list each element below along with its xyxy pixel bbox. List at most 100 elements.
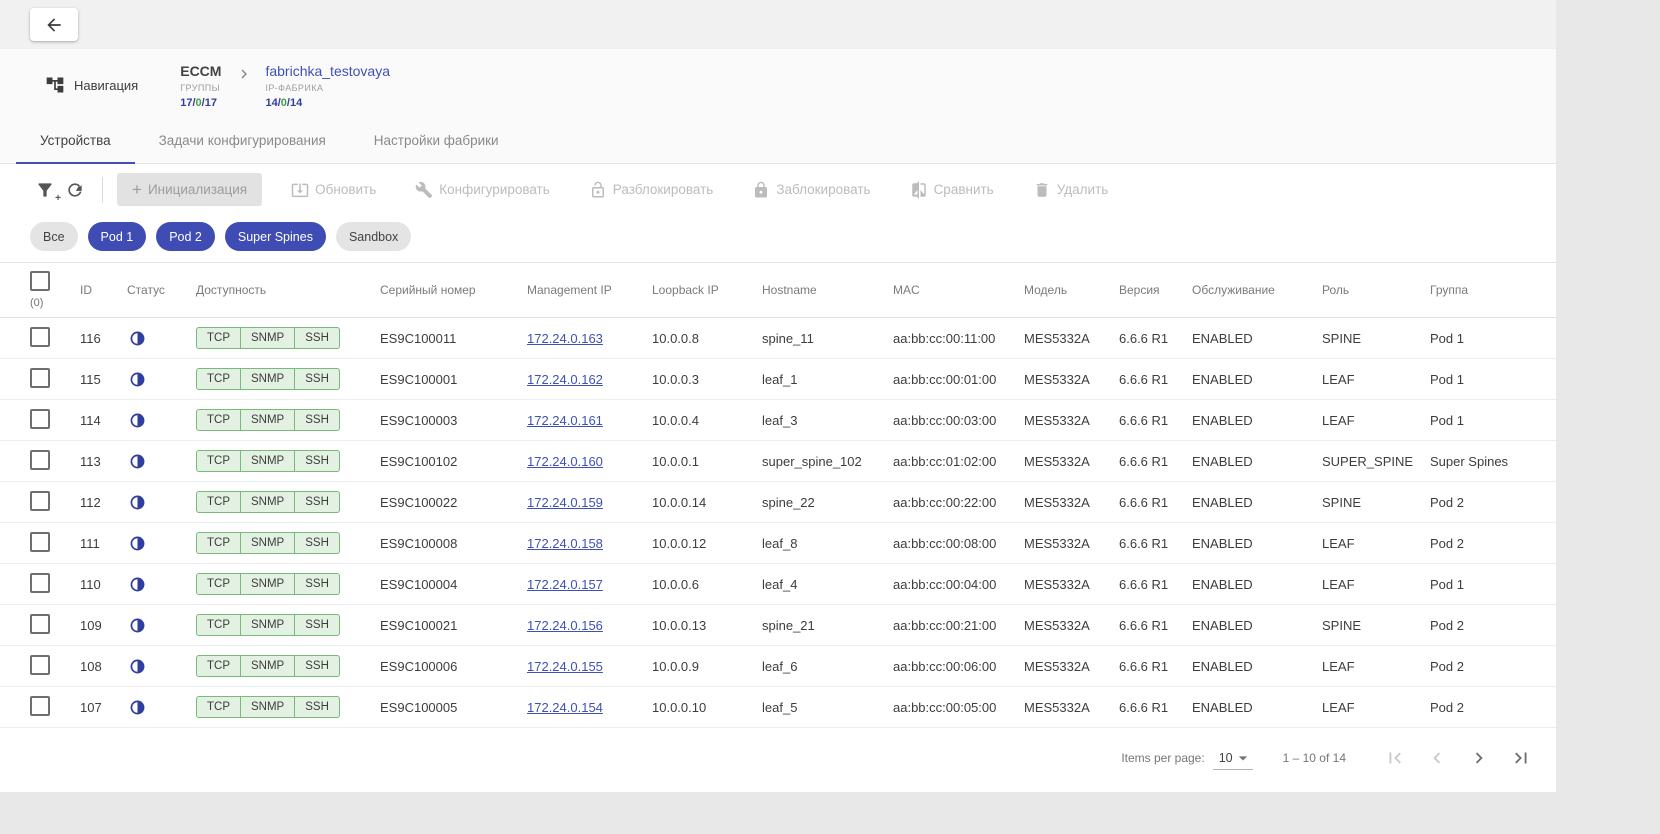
loopback-ip: 10.0.0.10 [644,687,754,728]
filter-chip-2[interactable]: Pod 2 [156,222,215,251]
table-header-row: (0)IDСтатусДоступностьСерийный номерMana… [0,263,1556,318]
management-ip-link[interactable]: 172.24.0.154 [527,700,603,715]
select-all-checkbox[interactable] [30,271,50,291]
breadcrumb-root-group[interactable]: ECCM ГРУППЫ 17/0/17 [180,63,221,109]
items-per-page-value: 10 [1219,751,1233,765]
management-ip-link[interactable]: 172.24.0.157 [527,577,603,592]
lock-icon [752,181,770,199]
tab-0[interactable]: Устройства [16,119,135,163]
toolbar-button-update[interactable]: Обновить [285,180,382,200]
breadcrumb-chevron-icon [235,65,253,83]
fabric-title[interactable]: fabrichka_testovaya [265,63,390,79]
first-page-button[interactable] [1381,744,1409,772]
row-checkbox[interactable] [30,614,50,634]
status-icon[interactable] [127,453,180,470]
status-contrast-icon [129,658,146,675]
status-contrast-icon [129,412,146,429]
protocol-badge: SNMP [241,368,295,391]
toolbar-button-configure[interactable]: Конфигурировать [409,180,556,200]
device-row: 115TCPSNMPSSHES9C100001172.24.0.16210.0.… [0,359,1556,400]
status-icon[interactable] [127,699,180,716]
firmware-version: 6.6.6 R1 [1111,318,1184,359]
serial-number: ES9C100022 [372,482,519,523]
previous-page-button[interactable] [1423,744,1451,772]
toolbar-button-initialize[interactable]: +Инициализация [117,173,262,206]
status-icon[interactable] [127,576,180,593]
toolbar-button-unlock[interactable]: Разблокировать [583,180,720,200]
status-contrast-icon [129,617,146,634]
toolbar-button-compare[interactable]: Сравнить [904,180,1000,200]
items-per-page-select[interactable]: 10 [1213,746,1253,770]
mac-address: aa:bb:cc:00:22:00 [885,482,1016,523]
group: Pod 1 [1422,359,1556,400]
status-icon[interactable] [127,535,180,552]
status-icon[interactable] [127,658,180,675]
hostname: leaf_1 [754,359,885,400]
root-group-title[interactable]: ECCM [180,63,221,79]
row-checkbox[interactable] [30,655,50,675]
filter-chip-1[interactable]: Pod 1 [88,222,147,251]
chevron-right-icon [1468,747,1490,769]
filter-chip-0[interactable]: Все [30,222,78,251]
status-icon[interactable] [127,494,180,511]
loopback-ip: 10.0.0.6 [644,564,754,605]
row-checkbox[interactable] [30,409,50,429]
role: LEAF [1314,523,1422,564]
back-button[interactable] [30,8,78,41]
management-ip-link[interactable]: 172.24.0.156 [527,618,603,633]
status-icon[interactable] [127,617,180,634]
toolbar-button-lock[interactable]: Заблокировать [746,180,876,200]
management-ip-link[interactable]: 172.24.0.158 [527,536,603,551]
protocol-badge: SSH [295,327,340,350]
device-row: 110TCPSNMPSSHES9C100004172.24.0.15710.0.… [0,564,1556,605]
management-ip-link[interactable]: 172.24.0.162 [527,372,603,387]
breadcrumb-current-fabric[interactable]: fabrichka_testovaya IP-ФАБРИКА 14/0/14 [265,63,390,109]
management-ip-link[interactable]: 172.24.0.160 [527,454,603,469]
column-header-2: Доступность [188,263,372,318]
row-checkbox[interactable] [30,450,50,470]
protocol-badge: TCP [196,368,241,391]
device-row: 108TCPSNMPSSHES9C100006172.24.0.15510.0.… [0,646,1556,687]
status-icon[interactable] [127,371,180,388]
row-checkbox[interactable] [30,491,50,511]
status-contrast-icon [129,371,146,388]
protocol-badge: SNMP [241,450,295,473]
management-ip-link[interactable]: 172.24.0.163 [527,331,603,346]
device-id: 114 [72,400,119,441]
row-checkbox[interactable] [30,368,50,388]
page-range-label: 1 – 10 of 14 [1283,751,1346,765]
protocol-badge: SSH [295,696,340,719]
protocol-badge: SSH [295,491,340,514]
status-icon[interactable] [127,330,180,347]
row-checkbox[interactable] [30,327,50,347]
filter-chip-3[interactable]: Super Spines [225,222,326,251]
model: MES5332A [1016,318,1111,359]
management-ip-link[interactable]: 172.24.0.159 [527,495,603,510]
serial-number: ES9C100006 [372,646,519,687]
selected-count: (0) [30,297,64,309]
mac-address: aa:bb:cc:01:02:00 [885,441,1016,482]
filter-button[interactable]: + [30,175,60,205]
protocol-badge: SSH [295,450,340,473]
management-ip-link[interactable]: 172.24.0.161 [527,413,603,428]
tab-2[interactable]: Настройки фабрики [350,119,523,163]
tab-1[interactable]: Задачи конфигурирования [135,119,350,163]
mac-address: aa:bb:cc:00:03:00 [885,400,1016,441]
refresh-button[interactable] [60,175,90,205]
row-checkbox[interactable] [30,573,50,593]
role: LEAF [1314,687,1422,728]
protocol-badge: TCP [196,696,241,719]
filter-chip-4[interactable]: Sandbox [336,222,411,251]
status-icon[interactable] [127,412,180,429]
management-ip-link[interactable]: 172.24.0.155 [527,659,603,674]
row-checkbox[interactable] [30,532,50,552]
toolbar-button-delete[interactable]: Удалить [1027,180,1115,200]
device-id: 112 [72,482,119,523]
hostname: leaf_5 [754,687,885,728]
last-page-icon [1510,747,1532,769]
row-checkbox[interactable] [30,696,50,716]
next-page-button[interactable] [1465,744,1493,772]
last-page-button[interactable] [1507,744,1535,772]
first-page-icon [1384,747,1406,769]
protocol-badge: SNMP [241,655,295,678]
